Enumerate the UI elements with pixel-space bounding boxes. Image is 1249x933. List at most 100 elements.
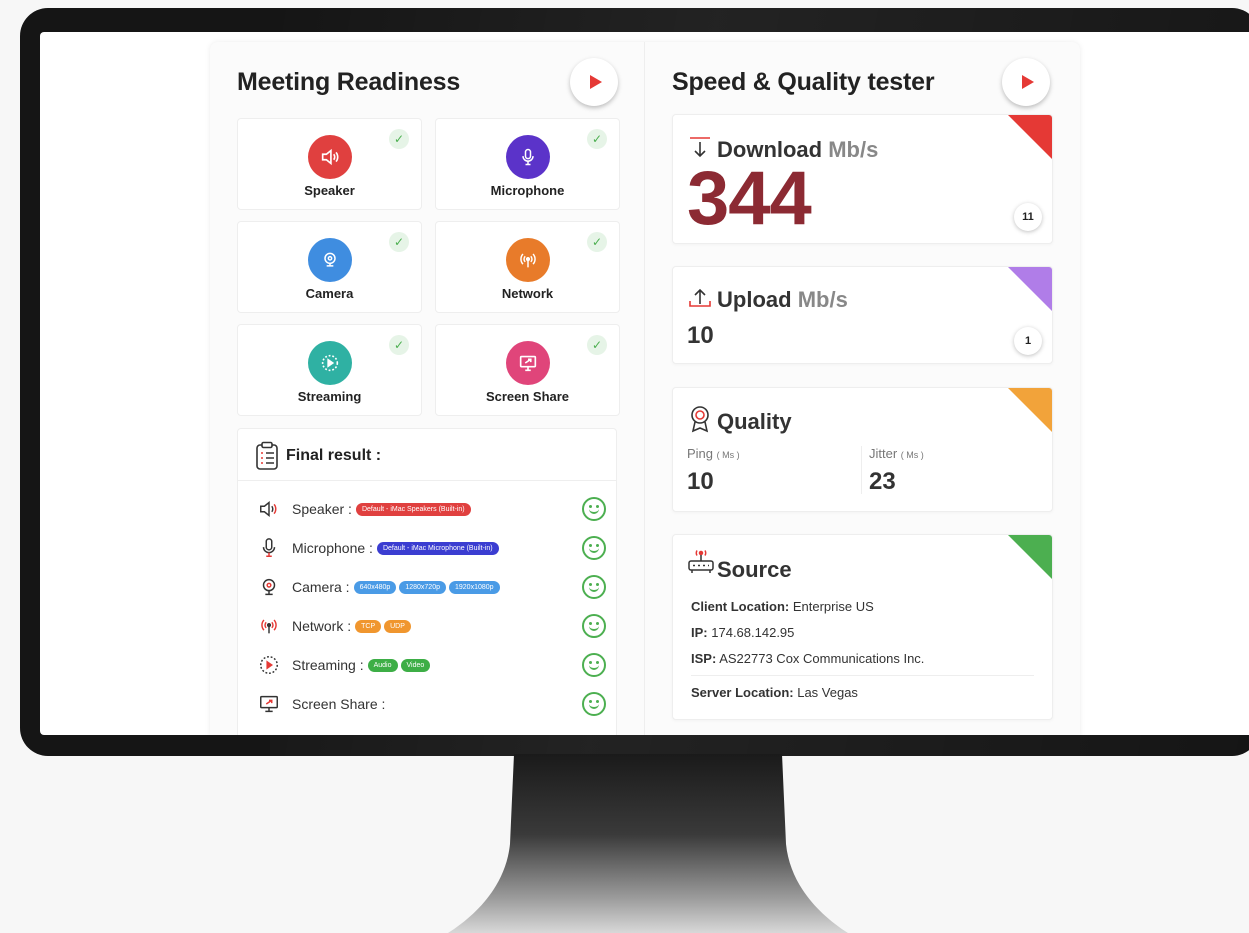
protocol-badge: TCP [355,619,382,633]
device-tile-screen-share[interactable]: Screen Share ✓ [435,324,620,416]
upload-unit: Mb/s [797,287,848,312]
result-label: Speaker : [292,501,352,517]
check-icon: ✓ [587,129,607,149]
app-panel: Meeting Readiness Speaker ✓ Microphone ✓ [210,42,1080,735]
play-icon [1021,75,1034,89]
monitor-screen: Meeting Readiness Speaker ✓ Microphone ✓ [40,32,1249,735]
result-badges: TCP UDP [355,619,411,633]
award-ribbon-icon [691,406,709,433]
device-label: Microphone [490,183,565,198]
result-row-screen-share: Screen Share : [256,686,606,722]
monitor-stand [448,754,848,933]
result-badges: Default - iMac Speakers (Built-in) [355,502,471,516]
speed-quality-title: Speed & Quality tester [672,68,935,96]
speaker-icon [308,135,352,179]
ping-label: Ping ( Ms ) [687,446,740,461]
final-result-title: Final result : [286,447,382,464]
result-row-streaming: Streaming : Audio Video [256,647,606,683]
microphone-badge: Default - iMac Microphone (Built-in) [376,541,499,555]
device-label: Streaming [297,389,362,404]
stream-badge: Video [400,658,431,672]
device-tile-microphone[interactable]: Microphone ✓ [435,118,620,210]
antenna-icon [506,238,550,282]
microphone-icon [506,135,550,179]
download-corner-flag [1008,115,1052,159]
upload-corner-flag [1008,267,1052,311]
result-badges: 640x480p 1280x720p 1920x1080p [353,580,500,594]
result-row-camera: Camera : 640x480p 1280x720p 1920x1080p [256,569,606,605]
smiley-icon [582,614,606,638]
smiley-icon [582,575,606,599]
check-icon: ✓ [389,335,409,355]
quality-divider [861,446,862,494]
smiley-icon [582,653,606,677]
result-badges: Audio Video [367,658,431,672]
result-row-microphone: Microphone : Default - iMac Microphone (… [256,530,606,566]
device-tile-streaming[interactable]: Streaming ✓ [237,324,422,416]
smiley-icon [582,692,606,716]
result-label: Screen Share : [292,696,386,712]
client-location: Client Location: Enterprise US [691,599,874,614]
meeting-readiness-panel: Meeting Readiness Speaker ✓ Microphone ✓ [210,42,645,735]
result-label: Streaming : [292,657,364,673]
result-row-speaker: Speaker : Default - iMac Speakers (Built… [256,491,606,527]
download-card: Download Mb/s 344 11 [672,114,1053,244]
speaker-badge: Default - iMac Speakers (Built-in) [355,502,471,516]
device-label: Network [501,286,554,301]
device-tile-camera[interactable]: Camera ✓ [237,221,422,313]
meeting-start-button[interactable] [570,58,618,106]
quality-title: Quality [717,409,792,434]
meeting-readiness-title: Meeting Readiness [237,68,461,96]
server-location: Server Location: Las Vegas [691,685,858,700]
resolution-badge: 1280x720p [399,580,446,594]
check-icon: ✓ [587,335,607,355]
upload-card: Upload Mb/s 10 1 [672,266,1053,364]
smiley-icon [582,536,606,560]
ping-value: 10 [687,468,714,495]
webcam-icon [256,574,282,600]
device-label: Speaker [304,183,355,198]
antenna-icon [256,613,282,639]
router-icon [688,550,714,573]
download-value: 344 [687,156,812,241]
upload-value: 10 [687,322,714,349]
check-icon: ✓ [389,232,409,252]
speed-start-button[interactable] [1002,58,1050,106]
stream-badge: Audio [367,658,398,672]
webcam-icon [308,238,352,282]
jitter-label: Jitter ( Ms ) [869,446,924,461]
upload-icon [689,288,711,307]
clipboard-icon [256,441,278,470]
speed-quality-panel: Speed & Quality tester Download Mb/s 344… [645,42,1080,735]
result-row-network: Network : TCP UDP [256,608,606,644]
result-label: Microphone : [292,540,373,556]
device-label: Screen Share [485,389,570,404]
isp-info: ISP: AS22773 Cox Communications Inc. [691,651,925,666]
ip-address: IP: 174.68.142.95 [691,625,795,640]
jitter-value: 23 [869,468,896,495]
source-corner-flag [1008,535,1052,579]
source-card: Source Client Location: Enterprise US IP… [672,534,1053,720]
final-result-header: Final result : [238,429,616,481]
result-label: Network : [292,618,352,634]
device-label: Camera [305,286,354,301]
upload-test-count: 1 [1014,327,1042,355]
screen-share-icon [256,691,282,717]
source-divider [691,675,1034,676]
streaming-icon [256,652,282,678]
result-label: Camera : [292,579,350,595]
check-icon: ✓ [587,232,607,252]
resolution-badge: 1920x1080p [449,580,500,594]
protocol-badge: UDP [384,619,411,633]
download-test-count: 11 [1014,203,1042,231]
result-badges: Default - iMac Microphone (Built-in) [376,541,499,555]
device-tile-network[interactable]: Network ✓ [435,221,620,313]
smiley-icon [582,497,606,521]
final-result-card: Final result : Speaker : Default - iMac … [237,428,617,735]
upload-label: Upload [717,287,792,312]
microphone-icon [256,535,282,561]
check-icon: ✓ [389,129,409,149]
streaming-icon [308,341,352,385]
source-title: Source [717,557,792,582]
device-tile-speaker[interactable]: Speaker ✓ [237,118,422,210]
